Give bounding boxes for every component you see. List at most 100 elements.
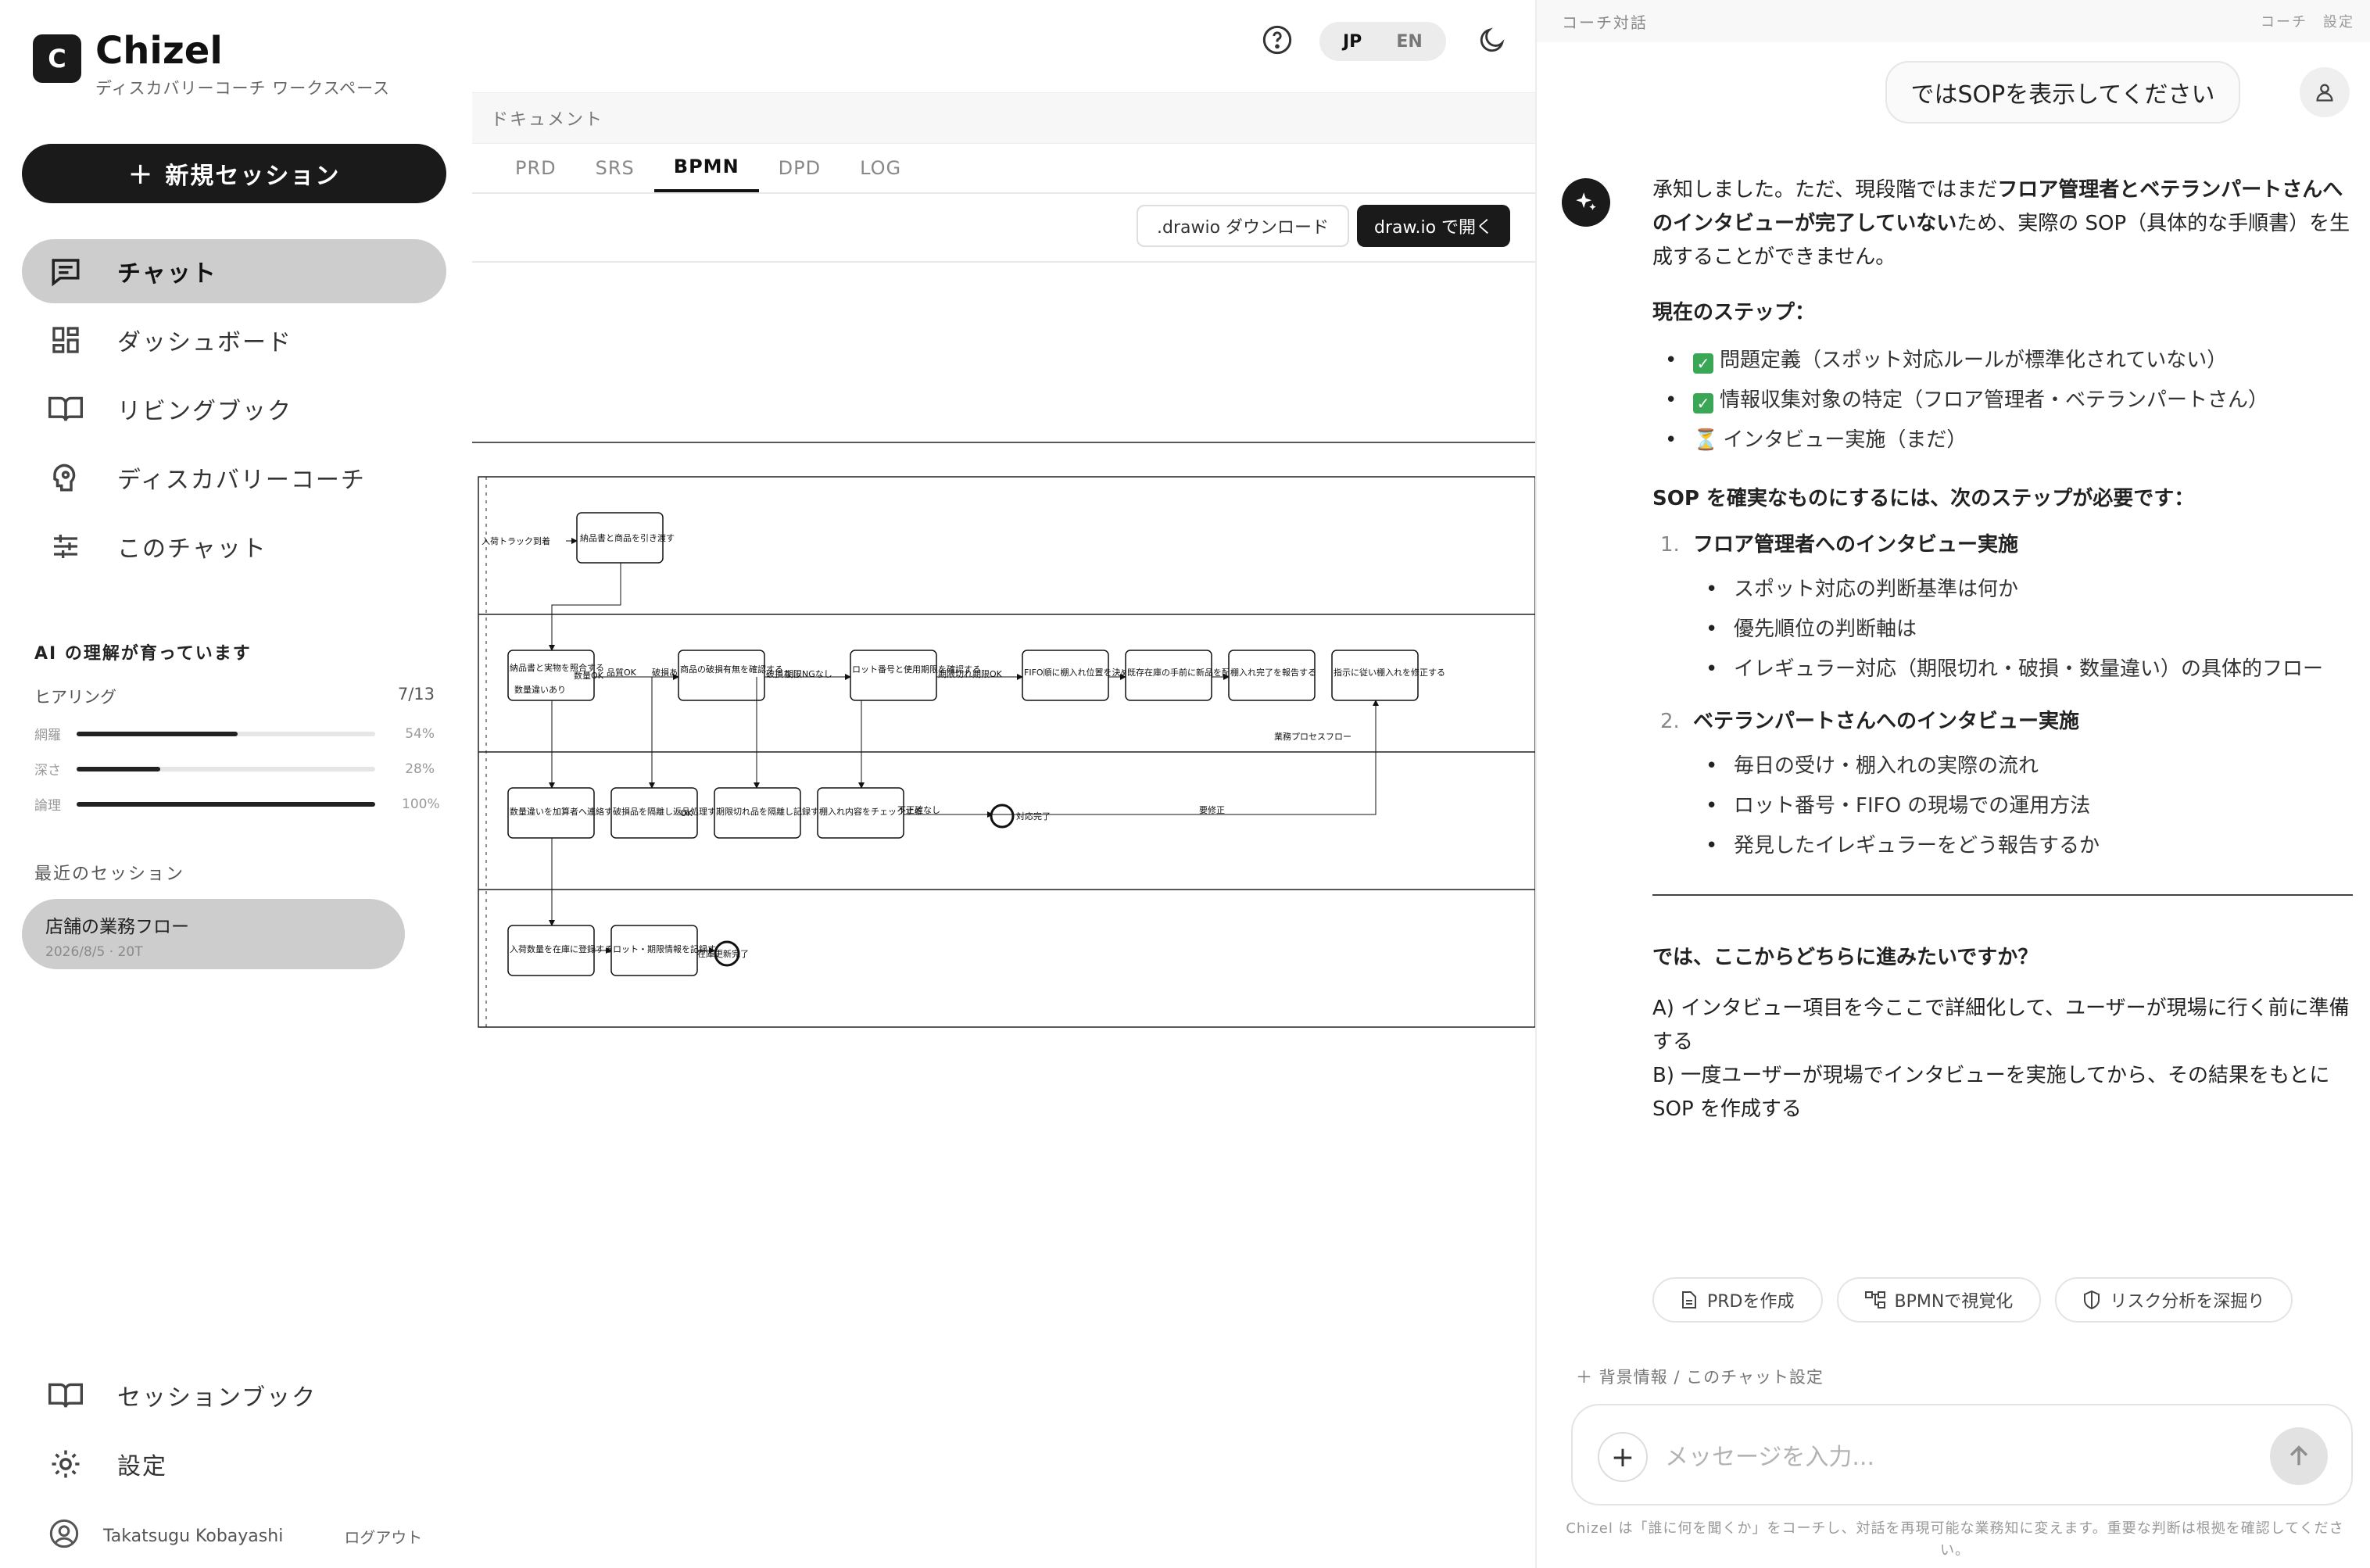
sidebar-item-livingbook[interactable]: リビングブック — [22, 377, 446, 441]
language-toggle[interactable]: JP EN — [1319, 22, 1446, 61]
risk-chip-button[interactable]: リスク分析を深掘り — [2055, 1277, 2293, 1323]
list-item: ✓ 問題定義（スポット対応ルールが標準化されていない） — [1652, 341, 2353, 381]
brand-name: Chizel — [95, 29, 223, 73]
brand[interactable]: C Chizel ディスカバリーコーチ ワークスペース — [33, 29, 391, 99]
hearing-label: ヒアリング — [34, 688, 116, 707]
diagram-task-label: 棚入れ完了を報告する — [1230, 667, 1316, 678]
next-steps-title: SOP を確実なものにするには、次のステップが必要です： — [1652, 487, 2195, 510]
message-composer: + — [1571, 1404, 2353, 1505]
chip-label: リスク分析を深掘り — [2110, 1292, 2265, 1312]
diagram-label: 不正確なし — [897, 804, 940, 815]
disclaimer: Chizel は「誰に何を聞くか」をコーチし、対話を再現可能な業務知に変えます。… — [1566, 1520, 2344, 1559]
diagram-label: 数量OK — [574, 671, 604, 681]
sub-list: スポット対応の判断基準は何か 優先順位の判断軸は イレギュラー対応（期限切れ・破… — [1693, 570, 2353, 689]
metric-percent: 54% — [405, 725, 435, 742]
sidebar-item-label: セッションブック — [117, 1384, 317, 1412]
tab-log[interactable]: LOG — [840, 144, 921, 192]
sidebar: C Chizel ディスカバリーコーチ ワークスペース + 新規セッション チャ… — [0, 0, 469, 1568]
help-icon[interactable] — [1262, 24, 1293, 59]
check-icon: ✓ — [1693, 353, 1713, 374]
document-tabs: PRD SRS BPMN DPD LOG — [472, 144, 1535, 194]
diagram-task-label: 期限切れ品を隔離し記録する — [716, 806, 828, 817]
sidebar-nav: チャット ダッシュボード リビングブック ディスカバリーコーチ このチャット — [22, 239, 446, 583]
bpmn-chip-button[interactable]: BPMNで視覚化 — [1836, 1277, 2042, 1323]
sidebar-item-label: 設定 — [117, 1453, 167, 1480]
metric-bar-fill — [77, 801, 375, 807]
sidebar-item-label: ディスカバリーコーチ — [117, 467, 366, 494]
dashboard-icon — [48, 323, 83, 357]
bpmn-diagram[interactable]: 入荷トラック到着 納品書と商品を引き渡す 納品書と実物を照合する 数量違いあり … — [472, 438, 1535, 1032]
sidebar-item-label: チャット — [117, 260, 217, 288]
chat-header: コーチ対話 コーチ 設定 — [1537, 0, 2370, 42]
diagram-label: 入荷トラック到着 — [482, 535, 550, 546]
list-number: 2. — [1660, 710, 1680, 733]
list-item: ⏳インタビュー実施（まだ） — [1652, 421, 2353, 460]
new-session-label: 新規セッション — [165, 163, 341, 190]
metric-bar-fill — [77, 731, 238, 736]
list-item: ロット番号・FIFO の現場での運用方法 — [1693, 786, 2353, 826]
diagram-task[interactable] — [678, 650, 765, 701]
lang-jp[interactable]: JP — [1326, 32, 1379, 52]
recent-session-item[interactable]: 店舗の業務フロー 2026/8/5 · 20T — [22, 899, 405, 969]
list-number: 1. — [1660, 533, 1680, 557]
open-drawio-button[interactable]: draw.io で開く — [1357, 205, 1511, 247]
brand-subtitle: ディスカバリーコーチ ワークスペース — [95, 79, 391, 98]
new-session-button[interactable]: + 新規セッション — [22, 144, 446, 203]
tab-prd[interactable]: PRD — [496, 144, 576, 192]
user-message: ではSOPを表示してください — [1885, 61, 2240, 124]
logout-link[interactable]: ログアウト — [344, 1525, 422, 1548]
sidebar-item-sessionbook[interactable]: セッションブック — [22, 1363, 446, 1427]
diagram-task-label: 破損品を隔離し返品処理する — [613, 806, 725, 817]
user-icon — [48, 1518, 80, 1554]
message-input[interactable] — [1665, 1437, 2212, 1477]
diagram-task[interactable] — [850, 650, 937, 701]
next-steps-list: 1. フロア管理者へのインタビュー実施 スポット対応の判断基準は何か 優先順位の… — [1652, 528, 2353, 866]
lang-en[interactable]: EN — [1379, 32, 1439, 52]
recent-sessions-title: 最近のセッション — [34, 865, 185, 884]
diagram-label: 対応完了 — [1016, 811, 1051, 822]
metric-label: 網羅 — [34, 728, 61, 743]
ai-understanding-panel: AI の理解が育っています ヒアリング 7/13 網羅 54% 深さ 28% 論… — [34, 639, 440, 814]
recent-session-title: 店舗の業務フロー — [45, 917, 189, 937]
sidebar-item-label: リビングブック — [117, 398, 292, 425]
suggestion-chips: PRDを作成 BPMNで視覚化 リスク分析を深掘り — [1652, 1277, 2307, 1323]
tab-dpd[interactable]: DPD — [759, 144, 840, 192]
divider — [1652, 894, 2353, 896]
sidebar-item-settings[interactable]: 設定 — [22, 1432, 446, 1496]
chat-title: コーチ対話 — [1562, 13, 1648, 32]
diagram-label: 在庫更新完了 — [697, 948, 749, 959]
end-event[interactable] — [990, 804, 1015, 829]
list-item: 毎日の受け・棚入れの実際の流れ — [1693, 746, 2353, 786]
attach-button[interactable]: + — [1598, 1432, 1648, 1482]
metric-bar — [77, 731, 375, 736]
list-item: 優先順位の判断軸は — [1693, 610, 2353, 650]
check-icon: ✓ — [1693, 393, 1713, 413]
arrow-up-icon — [2289, 1445, 2308, 1466]
sub-list: 毎日の受け・棚入れの実際の流れ ロット番号・FIFO の現場での運用方法 発見し… — [1693, 746, 2353, 866]
option-a: A) インタビュー項目を今ここで詳細化して、ユーザーが現場に行く前に準備する — [1652, 997, 2350, 1054]
diagram-label: 期限NGなし — [785, 669, 832, 679]
sidebar-item-coach[interactable]: ディスカバリーコーチ — [22, 446, 446, 510]
list-item: スポット対応の判断基準は何か — [1693, 570, 2353, 610]
sidebar-item-dashboard[interactable]: ダッシュボード — [22, 308, 446, 372]
ai-understanding-title: AI の理解が育っています — [34, 644, 252, 664]
list-item: ✓ 情報収集対象の特定（フロア管理者・ベテランパートさん） — [1652, 381, 2353, 421]
metric-percent: 100% — [402, 796, 440, 812]
book-icon — [48, 1378, 83, 1412]
drawio-download-button[interactable]: .drawio ダウンロード — [1137, 205, 1350, 247]
prd-chip-button[interactable]: PRDを作成 — [1652, 1277, 1823, 1323]
tab-bpmn[interactable]: BPMN — [653, 144, 759, 192]
diagram-label: 期限切れ — [938, 669, 972, 679]
send-button[interactable] — [2270, 1427, 2328, 1485]
moon-icon[interactable] — [1477, 25, 1507, 58]
flow-icon — [1864, 1291, 1885, 1308]
document-header: ドキュメント — [472, 92, 1535, 144]
steps-list: ✓ 問題定義（スポット対応ルールが標準化されていない） ✓ 情報収集対象の特定（フロ… — [1652, 341, 2353, 460]
chat-header-actions[interactable]: コーチ 設定 — [2261, 11, 2354, 31]
diagram-task-label: 指示に従い棚入れを修正する — [1334, 667, 1445, 678]
sidebar-item-this-chat[interactable]: このチャット — [22, 514, 446, 578]
shield-icon — [2083, 1291, 2100, 1309]
sidebar-item-chat[interactable]: チャット — [22, 239, 446, 303]
tab-srs[interactable]: SRS — [576, 144, 654, 192]
context-settings-link[interactable]: ＋ 背景情報 / このチャット設定 — [1576, 1365, 1824, 1388]
